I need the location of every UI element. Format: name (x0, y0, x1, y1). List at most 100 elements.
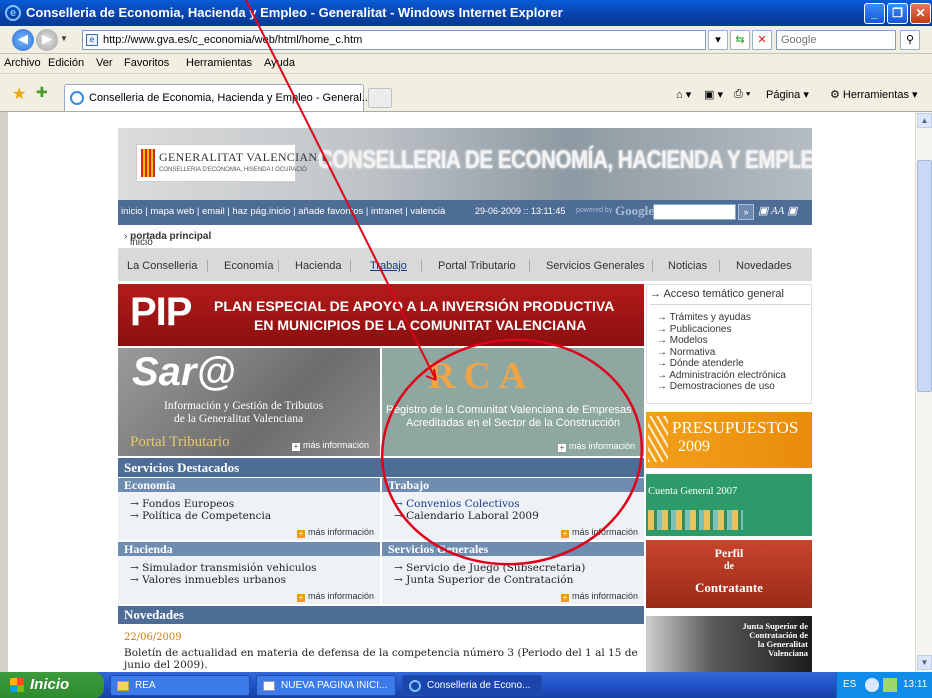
list-item[interactable]: → Convenios Colectivos (382, 498, 644, 510)
list-item[interactable]: → Política de Competencia (118, 510, 380, 522)
main-nav: La Conselleria Economía Hacienda Trabajo… (118, 249, 812, 283)
list-item[interactable]: → Publicaciones (657, 324, 786, 336)
nav-economia[interactable]: Economía (224, 260, 274, 272)
tray-arrow-icon[interactable] (865, 678, 879, 692)
menu-ayuda[interactable]: Ayuda (264, 57, 295, 69)
task-conselleria[interactable]: Conselleria de Econo... (402, 675, 542, 696)
list-item[interactable]: → Servicio de Juego (Subsecretaria) (382, 562, 644, 574)
refresh-icon[interactable]: ⇆ (730, 30, 750, 50)
cuenta-general-label: Cuenta General 2007 (648, 486, 738, 497)
scroll-thumb[interactable] (917, 160, 932, 392)
acceso-title[interactable]: → Acceso temático general (650, 288, 810, 305)
generalitat-logo[interactable]: GENERALITAT VALENCIANA CONSELLERIA D'ECO… (136, 144, 326, 182)
list-item[interactable]: → Dónde atenderle (657, 358, 786, 370)
menu-edicion[interactable]: Edición (48, 57, 84, 69)
stop-icon[interactable]: ✕ (752, 30, 772, 50)
nav-hacienda[interactable]: Hacienda (295, 260, 341, 272)
back-button[interactable]: ◀ (12, 29, 34, 51)
url-dropdown-icon[interactable]: ▾ (708, 30, 728, 50)
document-icon (263, 681, 275, 691)
menu-archivo[interactable]: Archivo (4, 57, 41, 69)
favorites-star-icon[interactable]: ★ (12, 84, 26, 104)
sara-more-link[interactable]: + más información (292, 440, 369, 451)
network-icon[interactable] (883, 678, 897, 692)
novedades-text[interactable]: Boletín de actualidad en materia de defe… (124, 647, 644, 671)
presupuestos-banner[interactable]: PRESUPUESTOS 2009 (646, 412, 812, 468)
language-indicator[interactable]: ES (843, 679, 856, 690)
home-icon[interactable]: ⌂ ▾ (676, 88, 691, 101)
list-item[interactable]: → Valores inmuebles urbanos (118, 574, 380, 586)
list-item[interactable]: → Modelos (657, 335, 786, 347)
address-bar: ◀ ▶ ▼ e http://www.gva.es/c_economia/web… (0, 26, 932, 54)
nav-trabajo[interactable]: Trabajo (370, 260, 407, 272)
breadcrumb-home[interactable]: inicio (130, 237, 153, 248)
cuenta-general-banner[interactable]: Cuenta General 2007 (646, 474, 812, 536)
search-box[interactable] (776, 30, 896, 50)
list-item[interactable]: → Simulador transmisión vehiculos (118, 562, 380, 574)
sara-banner[interactable]: Sar@ Información y Gestión de Tributos d… (118, 348, 380, 456)
maximize-button[interactable]: ❐ (887, 3, 908, 24)
print-icon[interactable]: ⎙ ▾ (734, 88, 750, 101)
new-tab-button[interactable] (368, 88, 392, 108)
more-info-link[interactable]: + más información (560, 591, 638, 602)
text-size-controls[interactable]: ▣ AA ▣ (758, 204, 808, 220)
nav-noticias[interactable]: Noticias (668, 260, 707, 272)
list-item[interactable]: → Administración electrónica (657, 370, 786, 382)
nav-separator (207, 260, 208, 272)
search-input[interactable] (777, 31, 895, 49)
junta-superior-banner[interactable]: Junta Superior de Contratación de la Gen… (646, 616, 812, 680)
url-field[interactable]: e http://www.gva.es/c_economia/web/html/… (82, 30, 706, 50)
search-go-button[interactable]: » (738, 204, 754, 220)
scroll-down-arrow-icon[interactable]: ▼ (917, 655, 932, 670)
list-item[interactable]: → Junta Superior de Contratación (382, 574, 644, 586)
list-item[interactable]: → Normativa (657, 347, 786, 359)
list-item[interactable]: → Fondos Europeos (118, 498, 380, 510)
more-info-link[interactable]: + más información (296, 591, 374, 602)
list-item[interactable]: → Trámites y ayudas (657, 312, 786, 324)
minimize-button[interactable]: _ (864, 3, 885, 24)
list-item[interactable]: → Calendario Laboral 2009 (382, 510, 644, 522)
close-button[interactable]: ✕ (910, 3, 931, 24)
add-favorite-icon[interactable]: ✚ (36, 84, 48, 101)
forward-button[interactable]: ▶ (36, 29, 58, 51)
window-titlebar[interactable]: e Conselleria de Economia, Hacienda y Em… (0, 0, 932, 26)
header-title: CONSELLERIA DE ECONOMÍA, HACIENDA Y EMPL… (318, 146, 812, 174)
menu-ver[interactable]: Ver (96, 57, 113, 69)
page-menu[interactable]: Página ▾ (766, 88, 809, 101)
services-title: Servicios Destacados (118, 458, 644, 477)
vertical-scrollbar[interactable]: ▲ ▼ (915, 112, 932, 672)
site-search-input[interactable] (653, 204, 736, 220)
start-button[interactable]: Inicio (0, 672, 104, 698)
scroll-up-arrow-icon[interactable]: ▲ (917, 113, 932, 128)
rca-logo: RCA (428, 355, 535, 397)
rca-banner[interactable]: RCA Registro de la Comunitat Valenciana … (382, 348, 644, 456)
nav-portal-tributario[interactable]: Portal Tributario (438, 260, 516, 272)
more-info-link[interactable]: + más información (296, 527, 374, 538)
tabs-bar: ★ ✚ Conselleria de Economia, Hacienda y … (0, 74, 932, 112)
nav-servicios-generales[interactable]: Servicios Generales (546, 260, 644, 272)
junta-text: Junta Superior de Contratación de la Gen… (743, 622, 809, 658)
task-rea[interactable]: REA (110, 675, 250, 696)
menu-herramientas[interactable]: Herramientas (186, 57, 252, 69)
more-info-link[interactable]: + más información (560, 527, 638, 538)
url-text[interactable]: http://www.gva.es/c_economia/web/html/ho… (103, 34, 362, 46)
pip-banner[interactable]: PIP PLAN ESPECIAL DE APOYO A LA INVERSIÓ… (118, 284, 644, 346)
tab-title: Conselleria de Economia, Hacienda y Empl… (89, 92, 371, 104)
history-dropdown-icon[interactable]: ▼ (60, 34, 68, 43)
plus-icon: + (296, 593, 305, 602)
task-nueva-pagina[interactable]: NUEVA PAGINA INICI... (256, 675, 396, 696)
search-icon[interactable]: ⚲ (900, 30, 920, 50)
nav-novedades[interactable]: Novedades (736, 260, 792, 272)
feeds-icon[interactable]: ▣ ▾ (704, 88, 723, 101)
list-item[interactable]: → Demostraciones de uso (657, 381, 786, 393)
ie-tab-icon (70, 91, 84, 105)
tools-menu[interactable]: ⚙ Herramientas ▾ (830, 88, 918, 101)
tab-conselleria[interactable]: Conselleria de Economia, Hacienda y Empl… (64, 84, 371, 111)
rca-more-link[interactable]: + más información (558, 441, 635, 452)
perfil-contratante-banner[interactable]: Perfil de Contratante (646, 540, 812, 608)
utility-links[interactable]: inicio | mapa web | email | haz pág.inic… (121, 206, 445, 217)
sara-line-2: de la Generalitat Valenciana (174, 413, 304, 425)
nav-la-conselleria[interactable]: La Conselleria (127, 260, 197, 272)
services-hacienda: Hacienda → Simulador transmisión vehicul… (118, 542, 380, 604)
menu-favoritos[interactable]: Favoritos (124, 57, 169, 69)
